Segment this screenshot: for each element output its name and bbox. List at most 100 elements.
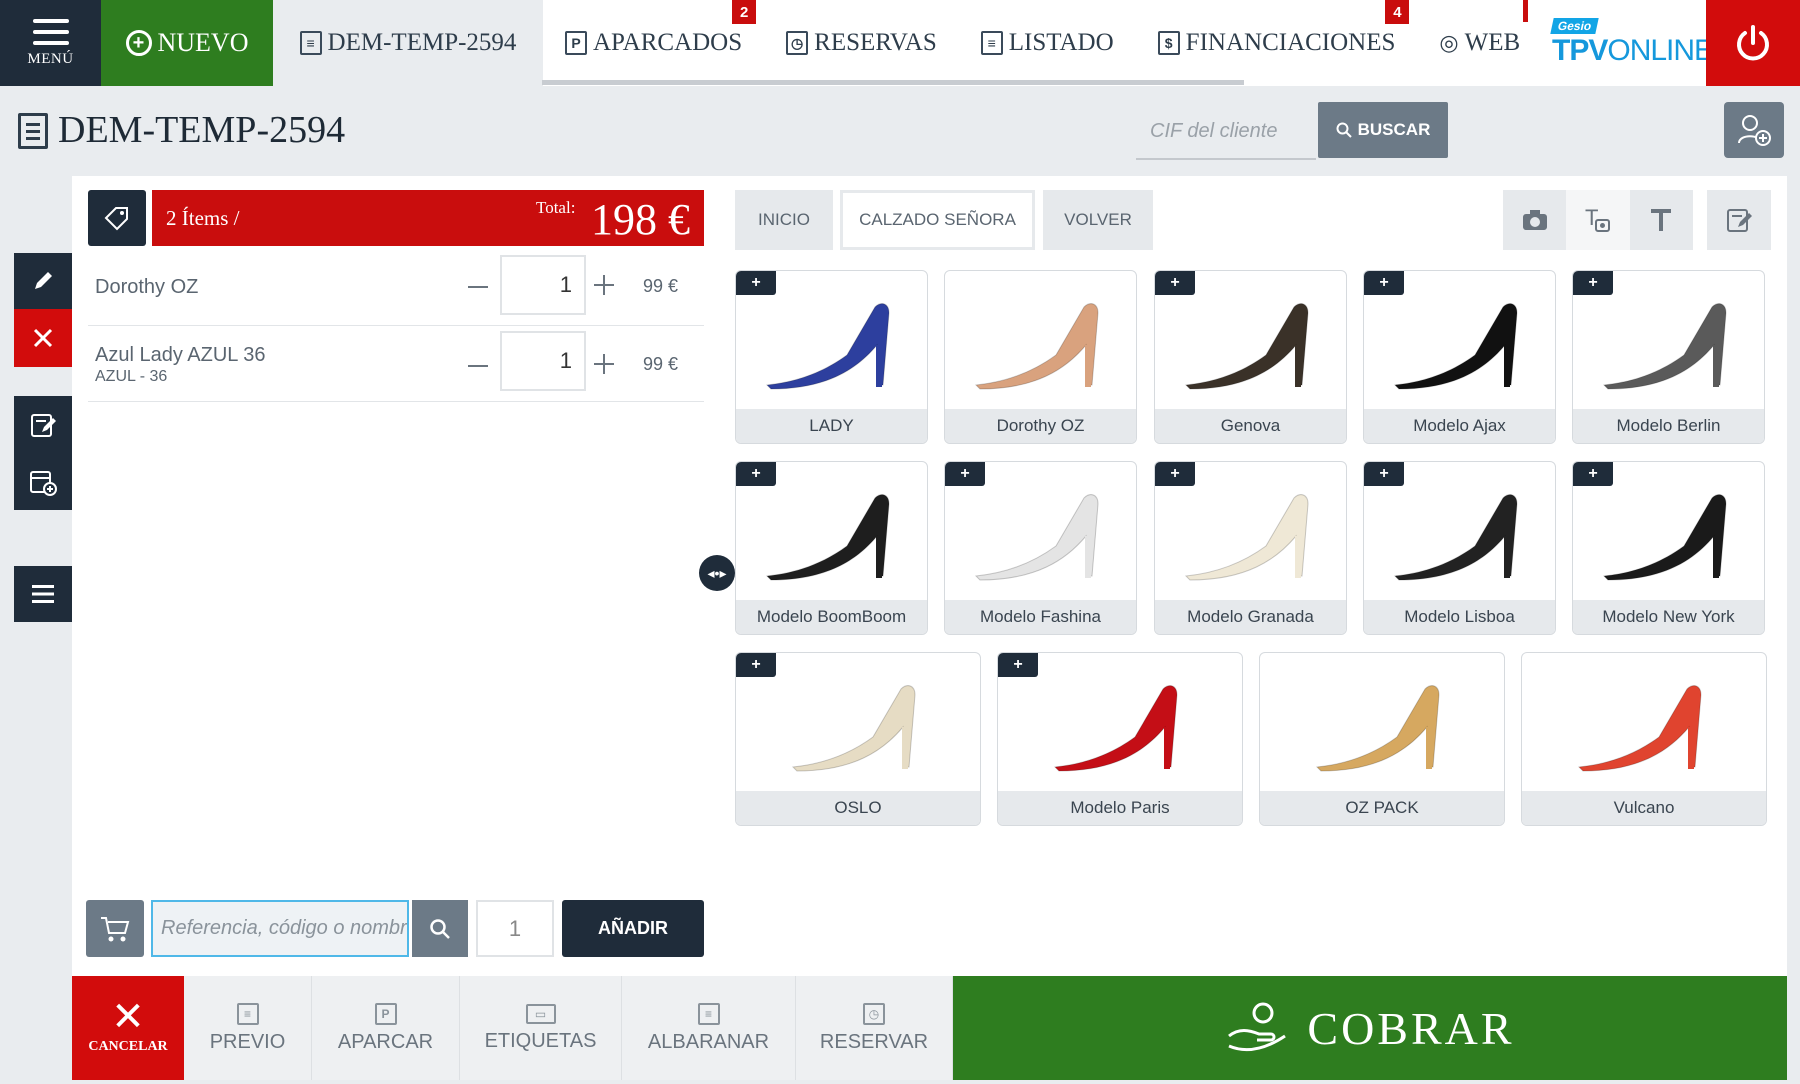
product-card[interactable]: + OSLO	[735, 652, 981, 826]
hamburger-icon	[32, 18, 69, 45]
search-client-button[interactable]: BUSCAR	[1318, 102, 1448, 158]
line-qty[interactable]: 1	[500, 331, 586, 391]
tab-reservas[interactable]: ◷ RESERVAS	[764, 0, 959, 86]
product-name: Modelo New York	[1573, 600, 1764, 634]
product-card[interactable]: + Genova	[1154, 270, 1347, 444]
quick-add-button[interactable]: +	[736, 653, 776, 677]
category-home-button[interactable]: INICIO	[735, 190, 833, 250]
tab-financiaciones[interactable]: $ FINANCIACIONES 4	[1136, 0, 1418, 86]
cart-options-button[interactable]	[86, 900, 144, 957]
tab-current-ticket[interactable]: ≡ DEM-TEMP-2594	[273, 0, 543, 86]
product-search-input[interactable]	[151, 900, 409, 957]
power-button[interactable]	[1706, 0, 1800, 86]
label-icon: ▭	[525, 1003, 556, 1024]
quick-add-button[interactable]: +	[1364, 271, 1404, 295]
power-icon	[1737, 25, 1769, 61]
product-name: Dorothy OZ	[945, 409, 1136, 443]
tab-scroll-indicator	[542, 80, 1244, 85]
view-images-button[interactable]	[1503, 190, 1566, 250]
product-card[interactable]: + Modelo Berlin	[1572, 270, 1765, 444]
add-quantity-input[interactable]: 1	[476, 900, 554, 957]
add-client-button[interactable]	[1724, 102, 1784, 158]
product-card[interactable]: + Modelo Fashina	[944, 461, 1137, 635]
product-card[interactable]: + Modelo Ajax	[1363, 270, 1556, 444]
cart-line[interactable]: Dorothy OZ 1 99 €	[88, 250, 704, 326]
view-text-button[interactable]	[1630, 190, 1693, 250]
product-card[interactable]: + Modelo Granada	[1154, 461, 1347, 635]
tab-aparcados[interactable]: P APARCADOS 2	[543, 0, 764, 86]
cart-summary-bar: 2 Ítems / Total: 198 €	[152, 190, 704, 246]
quick-add-button[interactable]: +	[1573, 271, 1613, 295]
product-note-button[interactable]	[1707, 190, 1771, 250]
delete-line-button[interactable]	[14, 309, 72, 367]
title-row: DEM-TEMP-2594 BUSCAR	[0, 86, 1800, 176]
panel-resize-handle[interactable]: ◂•▸	[699, 555, 735, 591]
brand-bold: TPV	[1552, 34, 1608, 67]
cart-line[interactable]: Azul Lady AZUL 36 AZUL - 36 1 99 €	[88, 326, 704, 402]
product-card[interactable]: + Modelo Paris	[997, 652, 1243, 826]
quick-add-button[interactable]: +	[736, 271, 776, 295]
decrease-qty-button[interactable]	[468, 286, 488, 288]
quick-add-button[interactable]: +	[1364, 462, 1404, 486]
reservation-icon: ◷	[786, 31, 809, 55]
product-search-button[interactable]	[412, 900, 468, 957]
albaranar-label: ALBARANAR	[647, 1030, 770, 1053]
quick-add-button[interactable]: +	[1573, 462, 1613, 486]
edit-line-button[interactable]	[14, 253, 72, 309]
increase-qty-button[interactable]	[594, 275, 614, 295]
etiquetas-button[interactable]: ▭ ETIQUETAS	[460, 976, 622, 1080]
product-card[interactable]: + Modelo BoomBoom	[735, 461, 928, 635]
decrease-qty-button[interactable]	[468, 365, 488, 367]
close-icon: ✕	[111, 995, 145, 1039]
product-card[interactable]: + LADY	[735, 270, 928, 444]
parking-icon: P	[374, 1002, 397, 1025]
edit-note-button[interactable]	[14, 396, 72, 454]
quick-add-button[interactable]: +	[1155, 462, 1195, 486]
product-name: Modelo Paris	[998, 791, 1242, 825]
increase-qty-button[interactable]	[594, 354, 614, 374]
menu-button[interactable]: MENÚ	[0, 0, 101, 86]
options-menu-button[interactable]	[14, 566, 72, 622]
shoe-icon	[765, 303, 890, 390]
shopping-cart-icon	[101, 916, 130, 941]
quick-add-button[interactable]: +	[1155, 271, 1195, 295]
reservar-button[interactable]: ◷ RESERVAR	[796, 976, 953, 1080]
tab-listado[interactable]: ≡ LISTADO	[959, 0, 1136, 86]
new-ticket-button[interactable]: + NUEVO	[101, 0, 273, 86]
document-icon	[18, 113, 48, 149]
view-images-text-button[interactable]: T	[1566, 190, 1630, 250]
product-card[interactable]: OZ PACK	[1259, 652, 1505, 826]
calendar-add-icon	[30, 471, 57, 496]
product-card[interactable]: Vulcano	[1521, 652, 1767, 826]
new-ticket-label: NUEVO	[157, 28, 249, 57]
aparcar-button[interactable]: P APARCAR	[312, 976, 460, 1080]
notification-mark	[1523, 0, 1528, 22]
list-menu-icon	[32, 585, 54, 603]
discount-tag-button[interactable]	[88, 190, 146, 246]
product-card[interactable]: Dorothy OZ	[944, 270, 1137, 444]
quick-add-button[interactable]: +	[736, 462, 776, 486]
shoe-icon	[1602, 303, 1727, 390]
cobrar-button[interactable]: COBRAR	[953, 976, 1787, 1080]
category-back-button[interactable]: VOLVER	[1043, 190, 1153, 250]
product-card[interactable]: + Modelo Lisboa	[1363, 461, 1556, 635]
category-current-button[interactable]: CALZADO SEÑORA	[840, 190, 1035, 250]
add-button[interactable]: AÑADIR	[562, 900, 704, 957]
albaranar-button[interactable]: ≡ ALBARANAR	[622, 976, 796, 1080]
quick-add-button[interactable]: +	[945, 462, 985, 486]
client-cif-input[interactable]	[1136, 104, 1316, 160]
camera-icon	[1522, 210, 1547, 230]
www-icon: ◎	[1439, 30, 1459, 55]
line-qty[interactable]: 1	[500, 255, 586, 315]
cancel-button[interactable]: ✕ CANCELAR	[72, 976, 184, 1080]
quick-add-button[interactable]: +	[998, 653, 1038, 677]
shoe-icon	[765, 494, 890, 581]
product-name: Modelo Berlin	[1573, 409, 1764, 443]
brand-small: Gesio	[1550, 18, 1600, 34]
product-card[interactable]: + Modelo New York	[1572, 461, 1765, 635]
line-product-name: Azul Lady AZUL 36	[95, 344, 266, 366]
payment-hand-icon	[1228, 1002, 1287, 1052]
previo-button[interactable]: ≡ PREVIO	[184, 976, 312, 1080]
add-reservation-button[interactable]	[14, 454, 72, 510]
shoe-icon	[974, 494, 1099, 581]
